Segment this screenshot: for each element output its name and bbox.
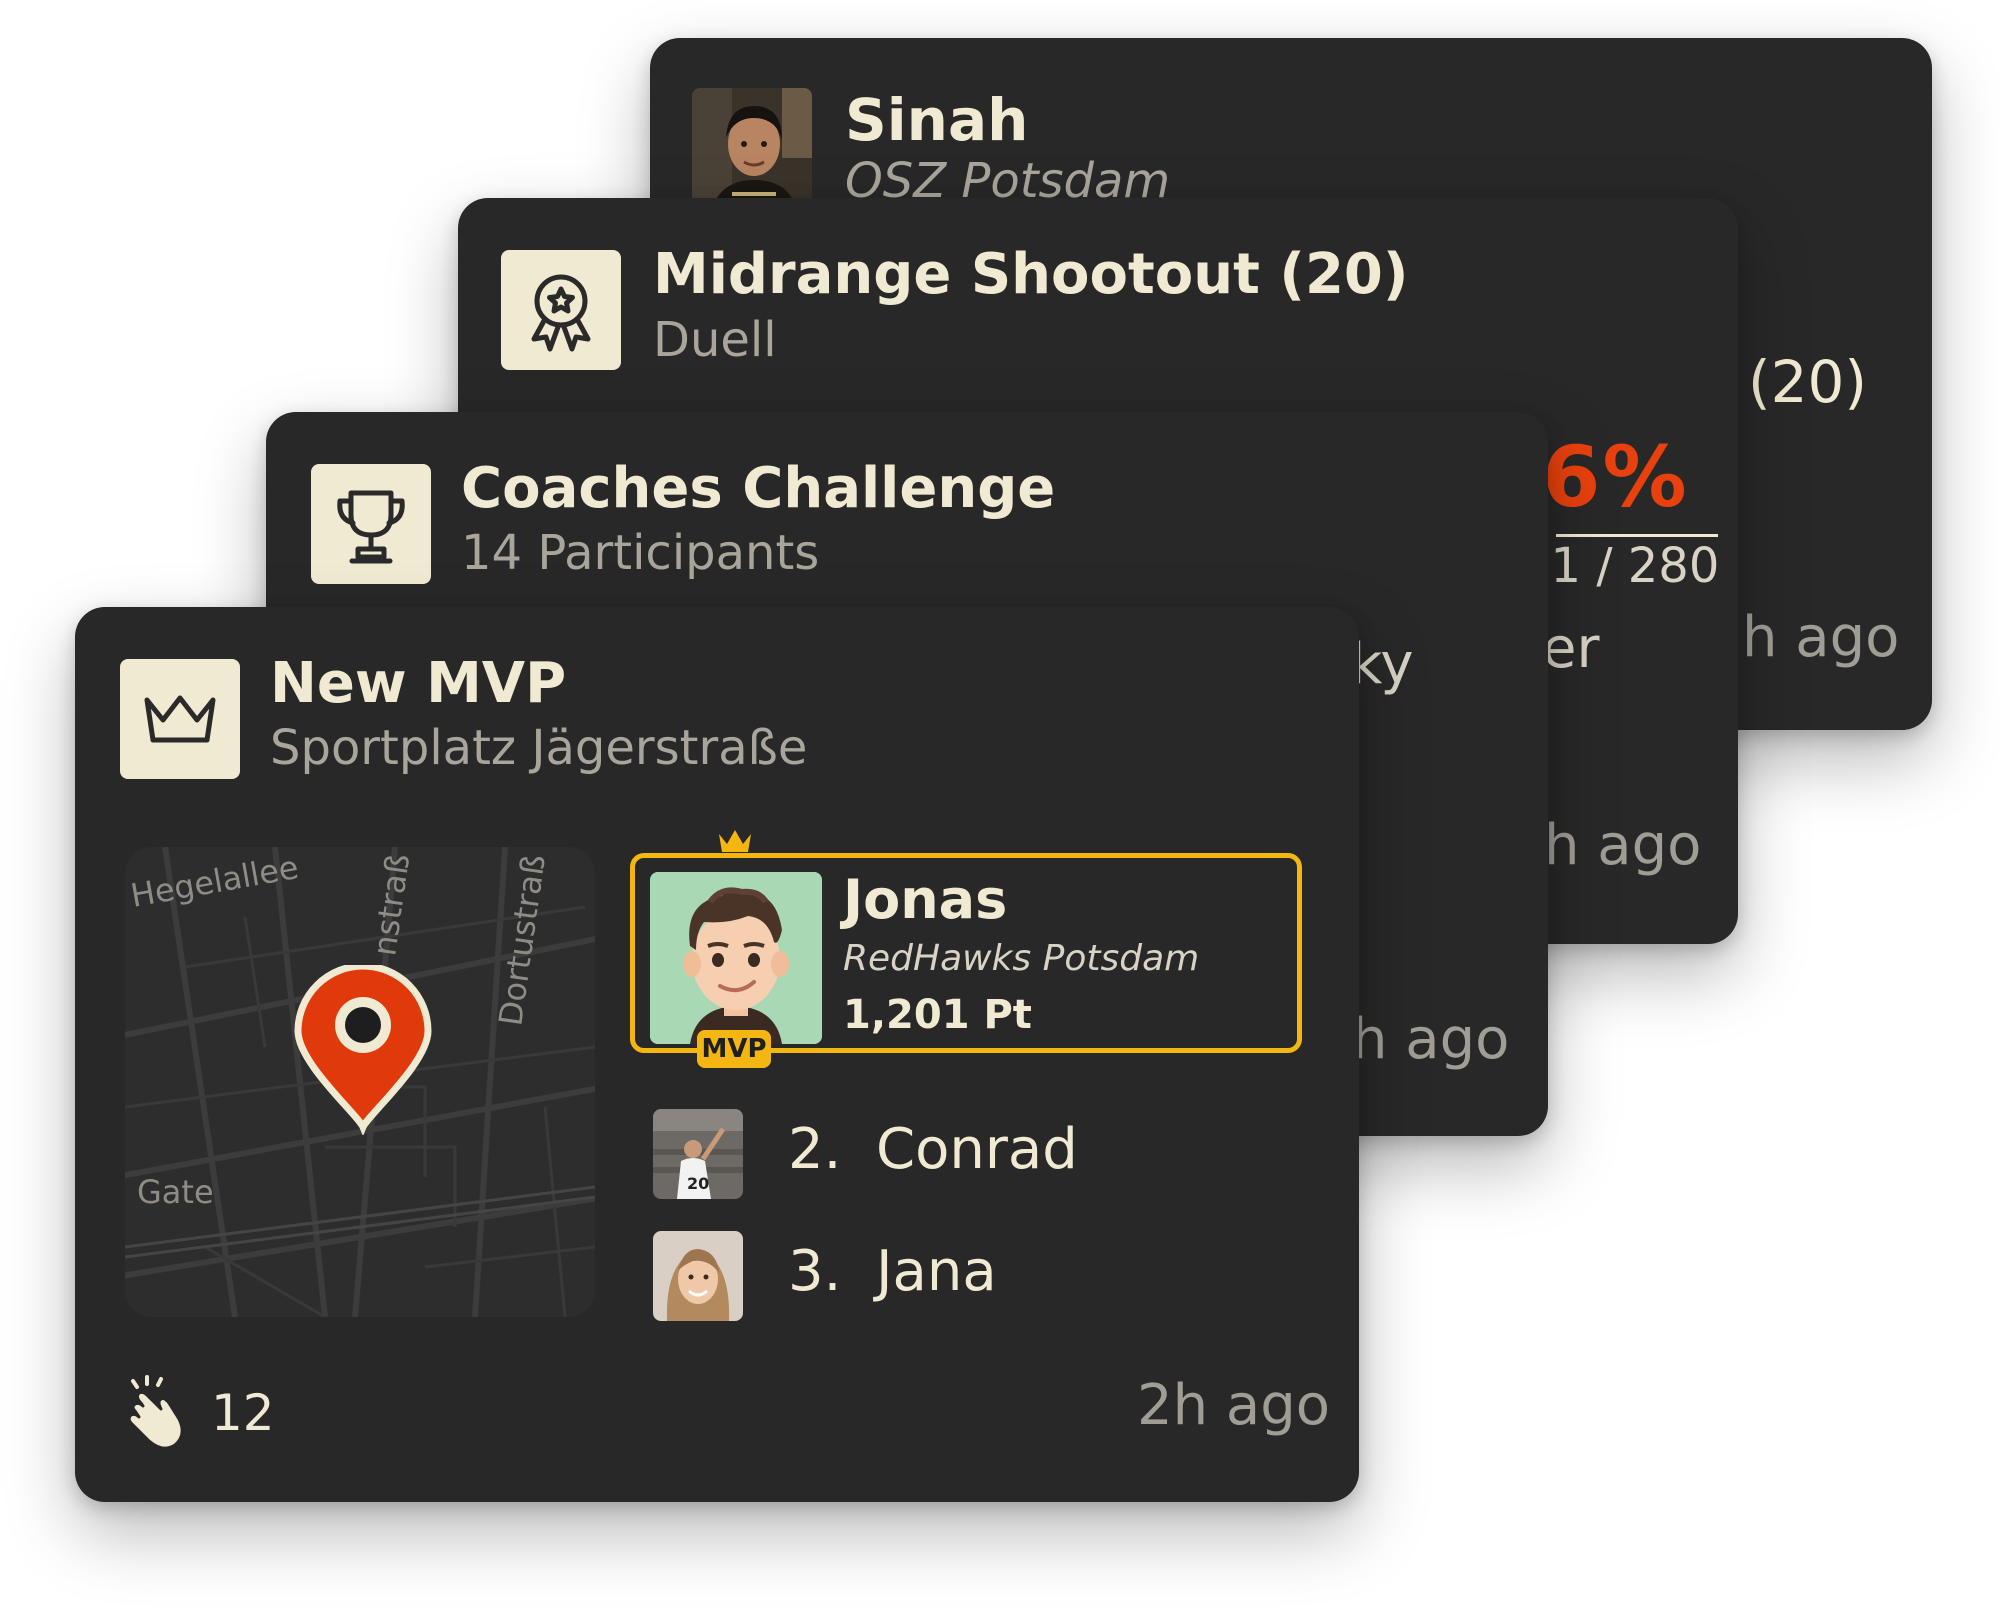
- mvp-badge: MVP: [697, 1030, 771, 1068]
- card-title: Coaches Challenge: [461, 456, 1056, 521]
- map-label: Gate: [137, 1173, 214, 1211]
- card-title: Midrange Shootout (20): [653, 242, 1409, 307]
- award-ribbon-icon: [501, 250, 621, 370]
- card-subtitle: 14 Participants: [461, 525, 820, 581]
- avatar: [692, 88, 812, 208]
- location-map[interactable]: Hegelallee nstraß Dortustraß Gate: [125, 847, 595, 1317]
- attempts-ratio: 01 / 280: [1520, 538, 1720, 594]
- timestamp: h ago: [1544, 813, 1702, 878]
- list-item[interactable]: 3. Jana: [788, 1239, 997, 1304]
- svg-text:20: 20: [687, 1174, 709, 1193]
- card-title: New MVP: [270, 651, 567, 716]
- crown-icon: [719, 830, 751, 852]
- mvp-points: 1,201 Pt: [843, 992, 1032, 1038]
- clap-count: 12: [211, 1384, 275, 1442]
- card-title: Sinah: [845, 86, 1029, 154]
- text-fragment: er: [1542, 616, 1600, 681]
- text-fragment: ky: [1350, 632, 1414, 697]
- avatar: [650, 872, 822, 1044]
- timestamp: h ago: [1742, 605, 1900, 670]
- player-name: Conrad: [876, 1117, 1078, 1182]
- completion-percent: 6%: [1542, 428, 1689, 526]
- feed-card-new-mvp[interactable]: New MVP Sportplatz Jägerstraße Hegelalle…: [75, 607, 1359, 1502]
- rank-number: 3.: [788, 1239, 842, 1304]
- avatar: 20: [653, 1109, 743, 1199]
- timestamp: h ago: [1352, 1007, 1510, 1072]
- crown-icon: [120, 659, 240, 779]
- rank-number: 2.: [788, 1117, 842, 1182]
- card-subtitle: Duell: [653, 312, 777, 368]
- player-name: Jana: [876, 1239, 997, 1304]
- divider: [1556, 534, 1718, 537]
- location-name: Sportplatz Jägerstraße: [270, 720, 808, 776]
- location-pin-icon: [294, 965, 432, 1135]
- trophy-icon: [311, 464, 431, 584]
- avatar: [653, 1231, 743, 1321]
- mvp-team: RedHawks Potsdam: [843, 938, 1200, 979]
- challenge-title-fragment: (20): [1748, 348, 1868, 416]
- clapping-hands-icon: [127, 1375, 184, 1450]
- mvp-winner[interactable]: MVP Jonas RedHawks Potsdam 1,201 Pt: [630, 830, 1302, 1068]
- timestamp: 2h ago: [1137, 1373, 1331, 1438]
- clap-button[interactable]: 12: [117, 1373, 275, 1453]
- list-item[interactable]: 2. Conrad: [788, 1117, 1078, 1182]
- mvp-name: Jonas: [843, 868, 1008, 931]
